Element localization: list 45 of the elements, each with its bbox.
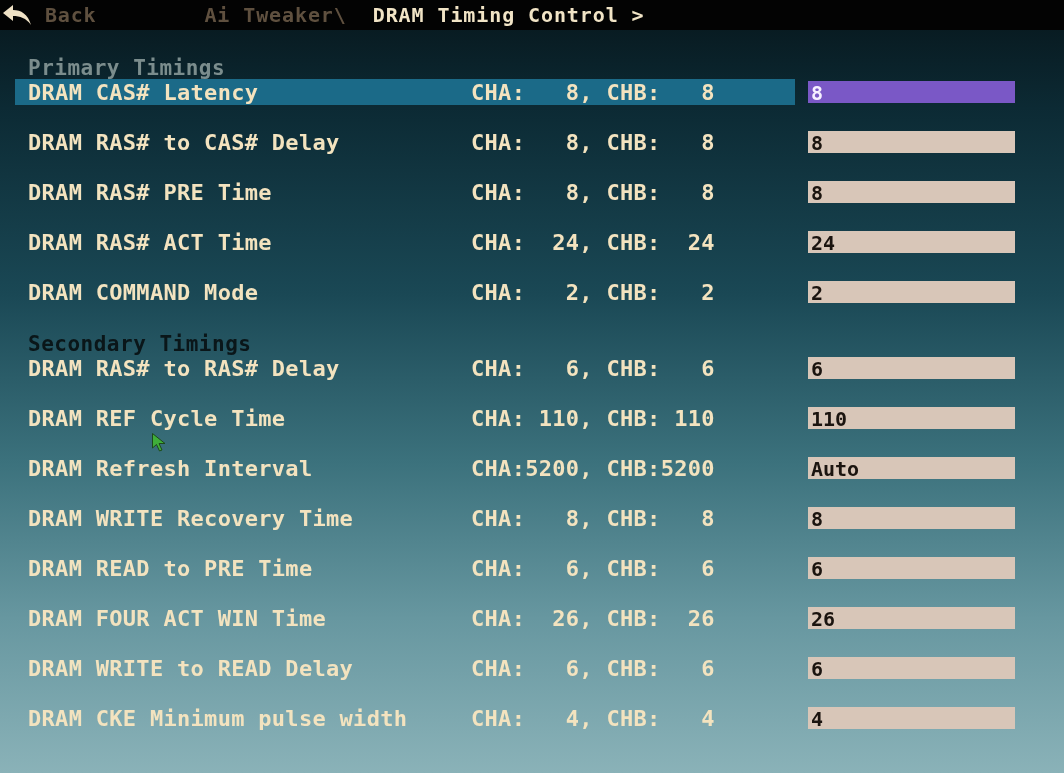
timing-reading: CHA: 24, CHB: 24: [471, 229, 715, 255]
value-field[interactable]: 2: [808, 281, 1015, 303]
setting-label: DRAM WRITE to READ Delay: [28, 655, 354, 681]
value-field[interactable]: 24: [808, 231, 1015, 253]
timing-reading: CHA: 6, CHB: 6: [471, 555, 715, 581]
value-field[interactable]: 26: [808, 607, 1015, 629]
value-field[interactable]: 110: [808, 407, 1015, 429]
setting-label: DRAM CKE Minimum pulse width: [28, 705, 408, 731]
value-field[interactable]: Auto: [808, 457, 1015, 479]
timing-reading: CHA: 6, CHB: 6: [471, 655, 715, 681]
value-field[interactable]: 8: [808, 131, 1015, 153]
timing-reading: CHA: 8, CHB: 8: [471, 79, 715, 105]
section-title: Secondary Timings: [28, 332, 252, 354]
timing-reading: CHA: 26, CHB: 26: [471, 605, 715, 631]
setting-label: DRAM REF Cycle Time: [28, 405, 286, 431]
setting-label: DRAM RAS# ACT Time: [28, 229, 272, 255]
back-arrow-icon: [3, 5, 31, 25]
value-field[interactable]: 8: [808, 181, 1015, 203]
setting-label: DRAM RAS# to CAS# Delay: [28, 129, 340, 155]
timing-reading: CHA: 6, CHB: 6: [471, 355, 715, 381]
value-field[interactable]: 6: [808, 657, 1015, 679]
setting-label: DRAM RAS# PRE Time: [28, 179, 272, 205]
value-field[interactable]: 6: [808, 357, 1015, 379]
setting-label: DRAM CAS# Latency: [28, 79, 259, 105]
setting-label: DRAM READ to PRE Time: [28, 555, 313, 581]
timing-reading: CHA:5200, CHB:5200: [471, 455, 715, 481]
value-field[interactable]: 4: [808, 707, 1015, 729]
setting-label: DRAM COMMAND Mode: [28, 279, 259, 305]
setting-label: DRAM Refresh Interval: [28, 455, 313, 481]
value-field[interactable]: 6: [808, 557, 1015, 579]
timing-reading: CHA: 4, CHB: 4: [471, 705, 715, 731]
value-field[interactable]: 8: [808, 81, 1015, 103]
setting-label: DRAM RAS# to RAS# Delay: [28, 355, 340, 381]
setting-label: DRAM FOUR ACT WIN Time: [28, 605, 326, 631]
value-field[interactable]: 8: [808, 507, 1015, 529]
section-title: Primary Timings: [28, 56, 226, 78]
row-highlight[interactable]: DRAM CAS# Latency CHA: 8, CHB: 8: [15, 79, 795, 105]
cursor-icon: [152, 433, 166, 452]
breadcrumb-current: DRAM Timing Control >: [372, 3, 645, 27]
timing-reading: CHA: 8, CHB: 8: [471, 179, 715, 205]
timing-reading: CHA: 8, CHB: 8: [471, 505, 715, 531]
timing-reading: CHA: 110, CHB: 110: [471, 405, 715, 431]
setting-label: DRAM WRITE Recovery Time: [28, 505, 354, 531]
timing-reading: CHA: 8, CHB: 8: [471, 129, 715, 155]
timing-reading: CHA: 2, CHB: 2: [471, 279, 715, 305]
